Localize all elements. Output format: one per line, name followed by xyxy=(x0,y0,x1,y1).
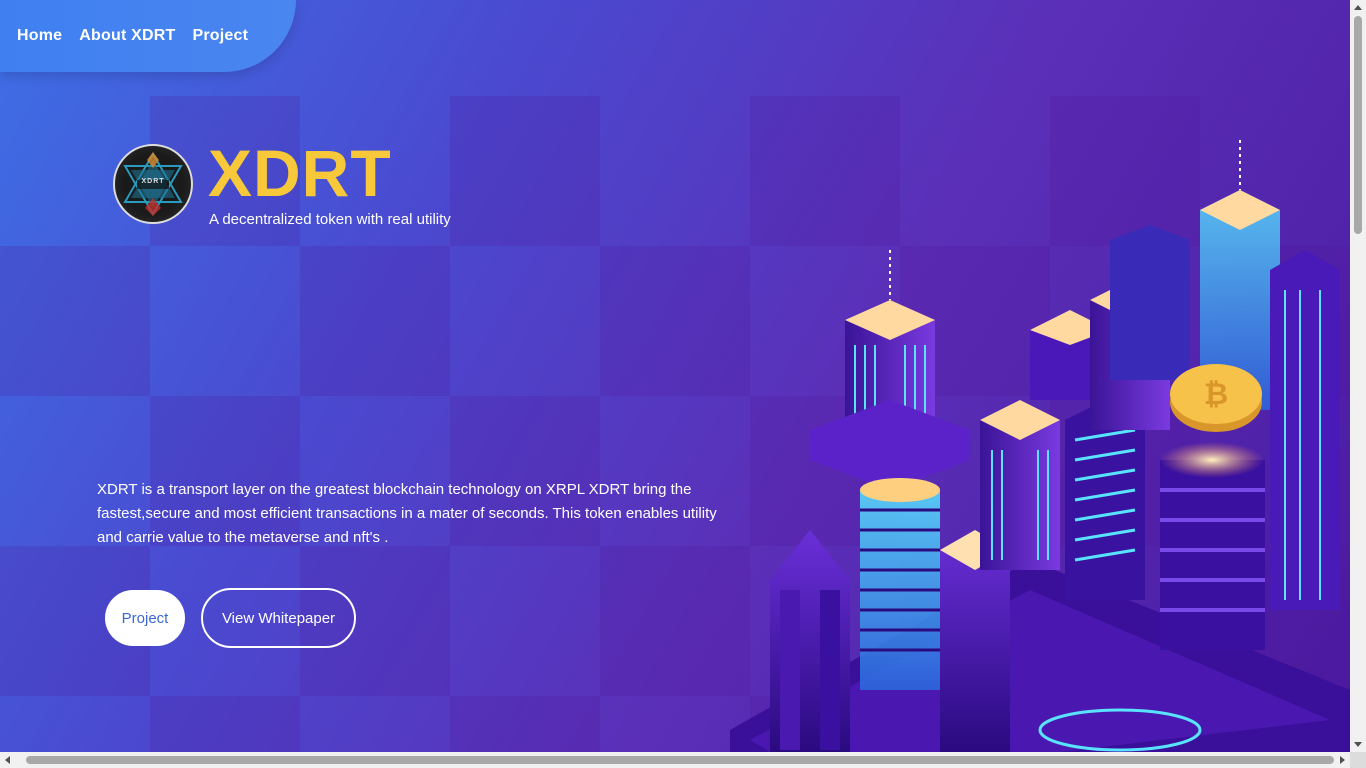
horizontal-scroll-thumb[interactable] xyxy=(26,756,1334,764)
horizontal-scrollbar[interactable] xyxy=(0,752,1350,768)
city-illustration: ₿ xyxy=(730,140,1350,752)
nav-about-link[interactable]: About XDRT xyxy=(79,27,175,45)
scroll-down-icon[interactable] xyxy=(1354,742,1362,747)
page-title: XDRT xyxy=(208,136,392,210)
top-nav: Home About XDRT Project xyxy=(0,0,296,72)
scroll-right-icon[interactable] xyxy=(1340,756,1345,764)
scroll-left-icon[interactable] xyxy=(5,756,10,764)
tagline: A decentralized token with real utility xyxy=(209,211,451,228)
svg-text:₿: ₿ xyxy=(1204,377,1228,412)
view-whitepaper-button[interactable]: View Whitepaper xyxy=(201,588,356,648)
hero-section: Home About XDRT Project XDRT XDRT A dece… xyxy=(0,0,1350,752)
xdrt-logo-icon: XDRT xyxy=(113,144,193,224)
logo-text: XDRT xyxy=(141,178,165,185)
description: XDRT is a transport layer on the greates… xyxy=(97,481,717,546)
vertical-scrollbar[interactable] xyxy=(1350,0,1366,752)
scroll-up-icon[interactable] xyxy=(1354,5,1362,10)
bitcoin-coin-icon: ₿ xyxy=(1170,364,1262,432)
vertical-scroll-thumb[interactable] xyxy=(1354,16,1362,234)
project-button[interactable]: Project xyxy=(105,590,185,646)
scrollbar-corner xyxy=(1350,752,1366,768)
nav-home-link[interactable]: Home xyxy=(17,27,62,45)
nav-project-link[interactable]: Project xyxy=(192,27,248,45)
